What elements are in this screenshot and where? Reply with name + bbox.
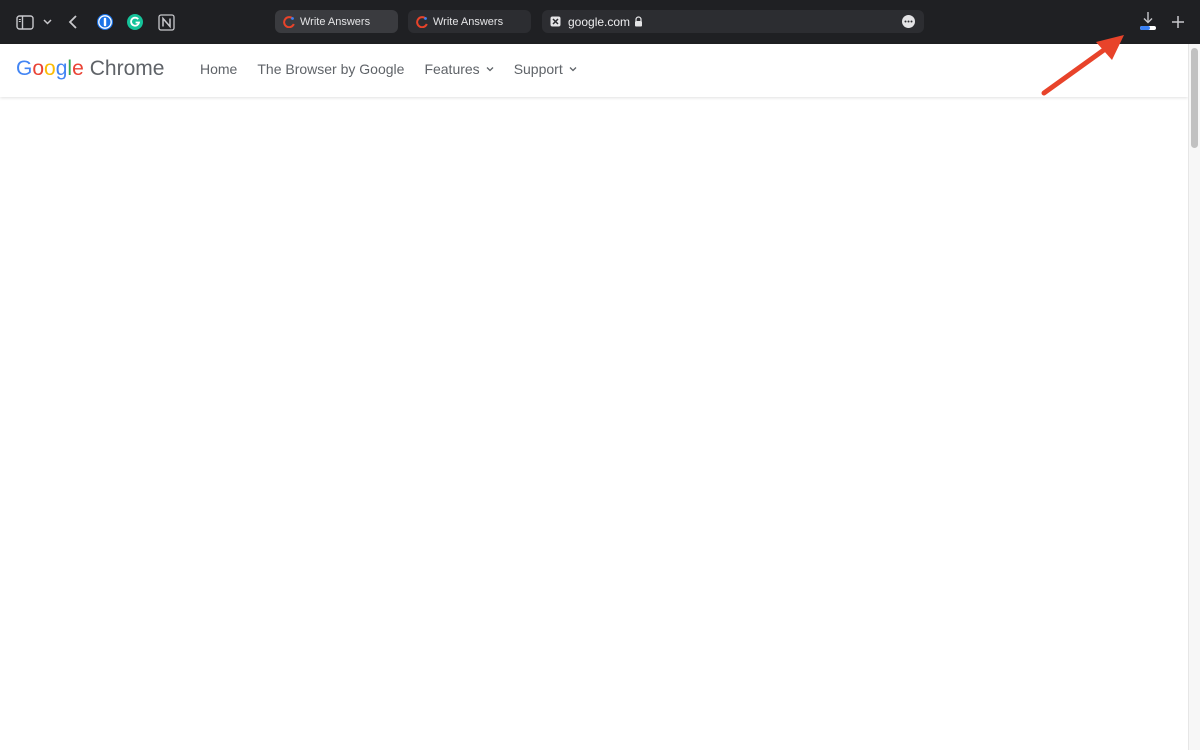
tab-write-answers[interactable]: Write Answers xyxy=(408,10,531,33)
download-icon xyxy=(1140,12,1156,30)
extension-notion-icon[interactable] xyxy=(156,12,176,32)
sidebar-icon[interactable] xyxy=(14,12,36,32)
site-header: Google Chrome Home The Browser by Google… xyxy=(0,44,1188,97)
nav-browser-by-google[interactable]: The Browser by Google xyxy=(257,61,404,77)
logo-letter: G xyxy=(16,57,33,80)
nav-label: Support xyxy=(513,61,563,77)
nav-features[interactable]: Features xyxy=(424,61,494,77)
logo-letter: o xyxy=(44,57,56,80)
scroll-thumb[interactable] xyxy=(1191,48,1198,148)
browser-toolbar: Write Answers Write Answers google.com xyxy=(0,0,1200,44)
url-text: google.com xyxy=(568,14,631,29)
extension-grammarly-icon[interactable] xyxy=(125,12,145,32)
extension-1password-icon[interactable] xyxy=(95,12,115,32)
annotation-arrow-icon xyxy=(1041,35,1124,96)
logo-letter: g xyxy=(55,57,68,80)
nav-label: Home xyxy=(200,61,238,77)
chevron-down-icon xyxy=(486,67,494,72)
page-scrollbar[interactable] xyxy=(1188,44,1200,750)
web-page: Google Chrome Home The Browser by Google… xyxy=(0,44,1188,750)
nav-label: Features xyxy=(424,61,480,77)
nav-support[interactable]: Support xyxy=(514,61,577,77)
tab-label: Write Answers xyxy=(433,15,504,28)
chrome-wordmark: Chrome xyxy=(89,57,165,80)
nav-label: The Browser by Google xyxy=(257,61,405,77)
download-button[interactable] xyxy=(1137,9,1159,33)
site-nav: Home The Browser by Google Features Supp… xyxy=(200,61,597,77)
back-button[interactable] xyxy=(64,12,82,32)
logo-letter: o xyxy=(32,57,45,80)
tab-write-answers-active[interactable]: Write Answers xyxy=(275,10,398,33)
chevron-left-icon xyxy=(68,15,77,29)
nav-home[interactable]: Home xyxy=(200,61,237,77)
ellipsis-icon[interactable] xyxy=(901,14,916,29)
google-wordmark: Google xyxy=(16,57,84,81)
write-answers-favicon-icon xyxy=(416,15,428,28)
new-tab-button[interactable] xyxy=(1168,12,1188,32)
chevron-down-icon xyxy=(569,67,577,72)
google-chrome-logo[interactable]: Google Chrome xyxy=(16,57,164,83)
chevron-down-icon[interactable] xyxy=(40,14,54,30)
plus-icon xyxy=(1172,16,1184,28)
tab-label: Write Answers xyxy=(300,15,371,28)
write-answers-favicon-icon xyxy=(283,15,295,28)
logo-letter: e xyxy=(72,57,84,80)
lock-icon xyxy=(634,16,644,27)
address-bar[interactable]: google.com xyxy=(542,10,924,33)
site-favicon-icon xyxy=(550,16,561,27)
